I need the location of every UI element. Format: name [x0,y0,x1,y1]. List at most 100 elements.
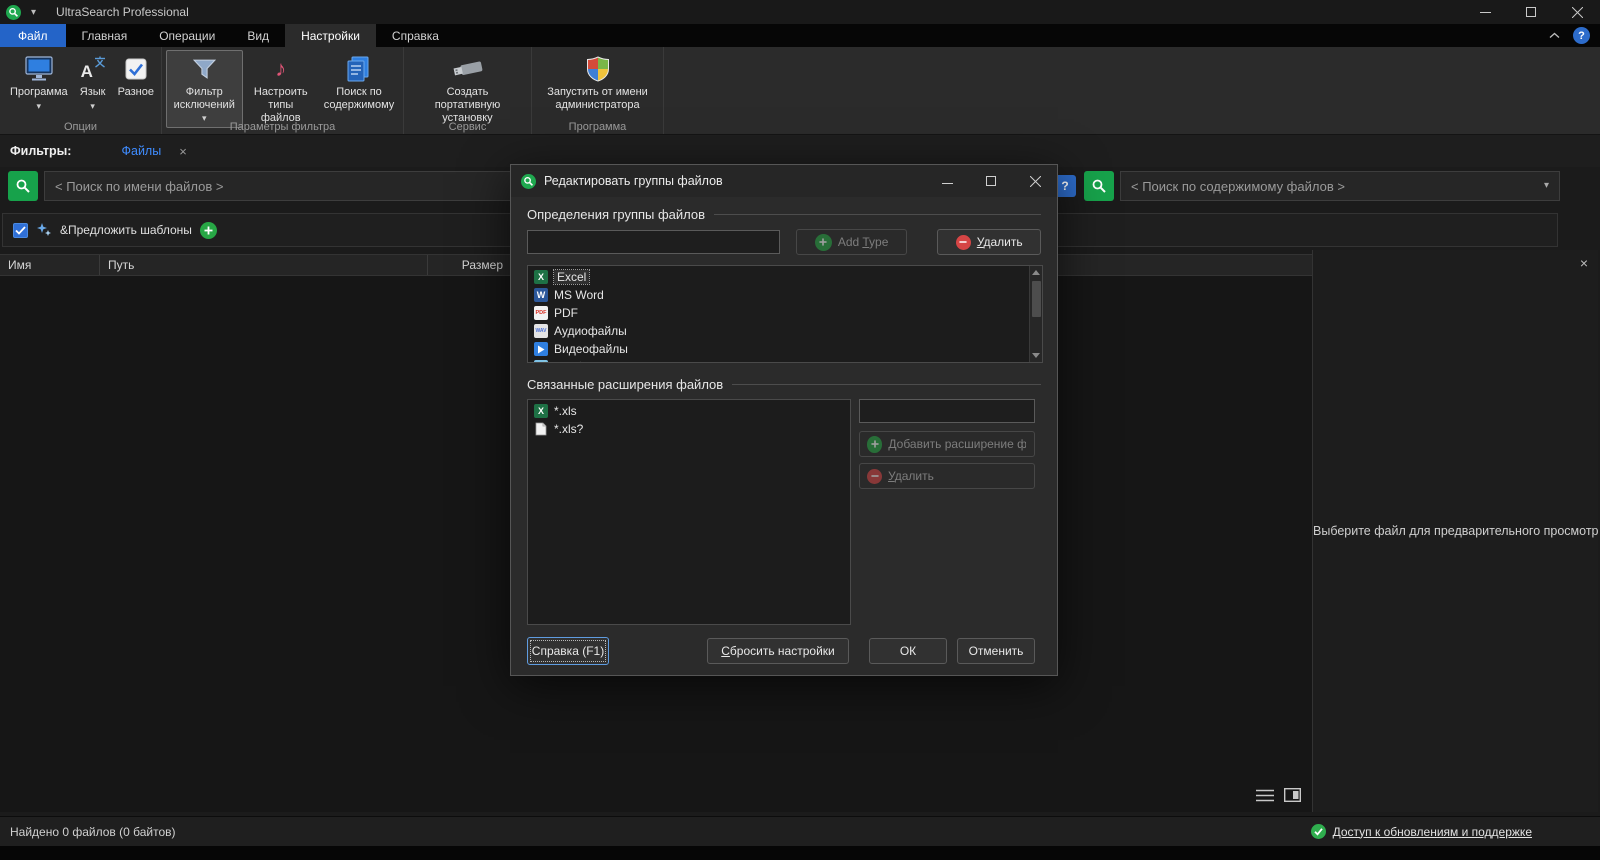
close-button[interactable] [1554,0,1600,24]
file-groups-scrollbar[interactable] [1029,266,1042,362]
portable-install-button[interactable]: Создать портативную установку [410,50,526,128]
maximize-button[interactable] [1508,0,1554,24]
extension-row[interactable]: *.xls? [528,420,850,438]
dialog-minimize-button[interactable] [925,165,969,197]
language-icon: А [80,55,106,83]
list-view-icon[interactable] [1256,789,1274,802]
file-icon [534,422,548,436]
content-document-icon [347,55,371,83]
extensions-list[interactable]: X *.xls *.xls? [527,399,851,625]
exclusion-filter-label: Фильтр исключений ▾ [173,86,235,124]
checkbox-icon [124,55,148,83]
group-label-program: Программа [568,121,627,133]
file-group-row[interactable]: W MS Word [528,286,1042,304]
quick-access-caret-icon[interactable]: ▾ [27,7,40,18]
status-found-text: Найдено 0 файлов (0 байтов) [10,824,176,839]
new-extension-input[interactable] [859,399,1035,423]
edit-file-groups-dialog: Редактировать группы файлов Определения … [510,164,1058,676]
ribbon-group-filter-params: Фильтр исключений ▾ ♪ Настроить типы фай… [162,47,404,134]
misc-button[interactable]: Разное [112,50,160,101]
ok-button[interactable]: ОК [869,638,947,664]
file-types-button[interactable]: ♪ Настроить типы файлов [243,50,320,128]
scrollbar-thumb[interactable] [1031,281,1041,317]
add-template-button[interactable] [199,221,217,239]
dialog-title: Редактировать группы файлов [544,174,723,188]
pdf-icon: PDF [534,306,548,320]
ribbon-group-program: Запустить от имени администратора Програ… [532,47,664,134]
scroll-down-icon[interactable] [1030,349,1043,362]
add-type-button[interactable]: Add Type [795,229,908,255]
tab-operations[interactable]: Операции [143,24,231,47]
minimize-button[interactable] [1462,0,1508,24]
preview-close-icon[interactable]: × [1580,256,1588,270]
funnel-icon [192,55,217,83]
file-groups-list[interactable]: X Excel W MS Word PDF PDF WAV Аудиофайлы… [527,265,1043,363]
language-button[interactable]: А Язык ▾ [74,50,112,113]
file-group-row[interactable]: WAV Аудиофайлы [528,322,1042,340]
cancel-button[interactable]: Отменить [957,638,1035,664]
delete-group-button[interactable]: Удалить [937,229,1041,255]
filter-tab-files[interactable]: Файлы [121,144,161,158]
updates-check-icon [1310,824,1326,839]
minus-icon [867,468,882,484]
group-label-service: Сервис [448,121,487,133]
language-label: Язык [79,86,106,98]
file-group-row[interactable]: Видеофайлы [528,340,1042,358]
column-header-size[interactable]: Размер [428,255,512,275]
dialog-app-icon [521,173,536,189]
tab-file[interactable]: Файл [0,24,66,47]
exclusion-filter-button[interactable]: Фильтр исключений ▾ [166,50,243,128]
word-icon: W [534,288,548,302]
tab-help[interactable]: Справка [376,24,455,47]
content-search-input[interactable] [1120,171,1560,201]
help-button[interactable]: Справка (F1) [527,637,609,665]
scroll-up-icon[interactable] [1030,266,1043,279]
run-as-admin-label: Запустить от имени администратора [547,86,648,112]
file-group-row[interactable]: PDF PDF [528,304,1042,322]
filter-tab-close-icon[interactable]: × [179,144,187,159]
video-icon [534,342,548,356]
tab-view[interactable]: Вид [231,24,285,47]
usb-drive-icon [452,55,484,83]
suggest-templates-label: &Предложить шаблоны [60,223,192,237]
window-bottom-strip [0,846,1600,860]
program-options-button[interactable]: Программа ▾ [4,50,74,113]
group-label-options: Опции [63,121,98,133]
suggest-templates-checkbox[interactable] [13,222,28,238]
run-as-admin-button[interactable]: Запустить от имени администратора [536,50,659,114]
monitor-icon [25,55,53,83]
add-extension-button[interactable]: Добавить расширение фай [859,431,1035,457]
tab-home[interactable]: Главная [66,24,144,47]
tab-settings[interactable]: Настройки [285,24,376,47]
dialog-maximize-button[interactable] [969,165,1013,197]
section-related-extensions: Связанные расширения файлов [527,375,1041,393]
file-group-row[interactable]: Изображения [528,358,1042,362]
misc-label: Разное [117,86,154,98]
uac-shield-icon [586,55,610,83]
dialog-close-button[interactable] [1013,165,1057,197]
name-search-icon [8,171,38,201]
extension-row[interactable]: X *.xls [528,402,850,420]
column-header-path[interactable]: Путь [100,255,428,275]
content-search-button[interactable]: Поиск по содержимому [319,50,399,114]
content-search-dropdown-icon[interactable]: ▾ [1544,180,1549,191]
audio-icon: WAV [534,324,548,338]
column-header-name[interactable]: Имя [0,255,100,275]
preview-pane-icon[interactable] [1284,788,1301,802]
portable-install-label: Создать портативную установку [434,86,501,125]
content-search-icon [1084,171,1114,201]
file-group-row[interactable]: X Excel [528,268,1042,286]
delete-extension-button[interactable]: Удалить [859,463,1035,489]
new-group-name-input[interactable] [527,230,780,254]
collapse-ribbon-icon[interactable] [1543,26,1565,46]
preview-message: Выберите файл для предварительного просм… [1313,524,1598,538]
program-options-label: Программа [10,86,68,98]
updates-support-link[interactable]: Доступ к обновлениям и поддержке [1333,825,1532,839]
excel-icon: X [534,404,548,418]
image-icon [534,360,548,362]
dropdown-caret-icon: ▾ [90,101,95,112]
help-icon[interactable]: ? [1573,27,1590,44]
reset-settings-button[interactable]: Сбросить настройки [707,638,849,664]
filter-bar: Фильтры: Файлы × [0,135,1600,167]
plus-icon [814,233,832,251]
